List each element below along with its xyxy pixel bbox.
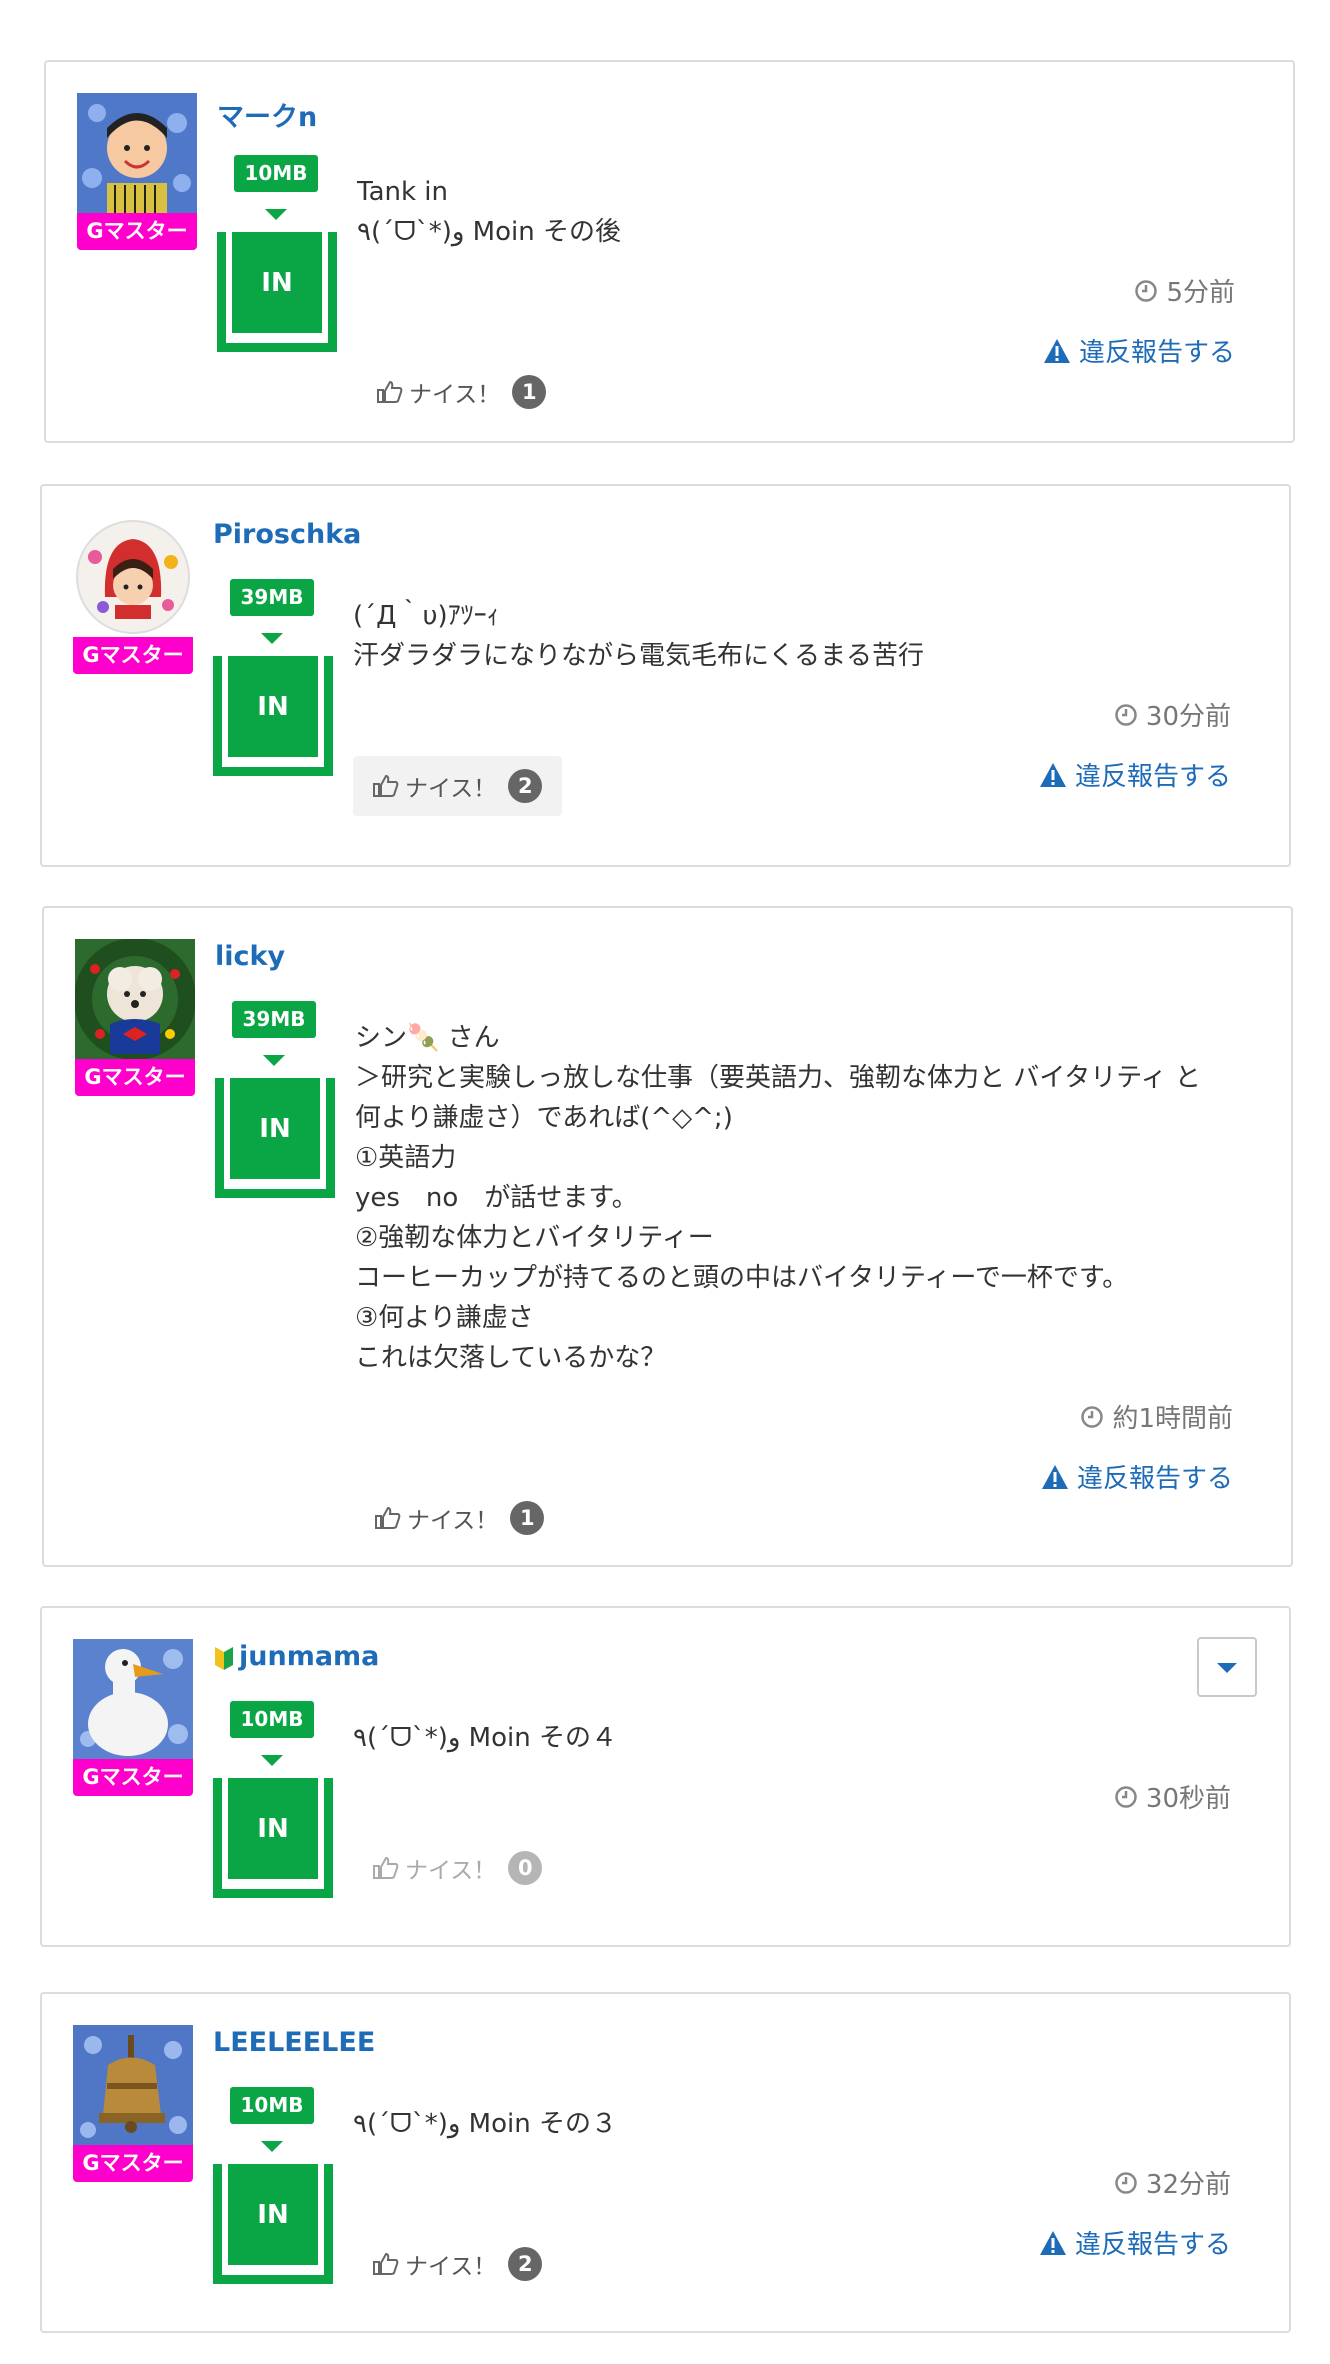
- thumbs-up-icon: [377, 380, 403, 403]
- caret-down-icon: [1217, 1663, 1237, 1673]
- thumbs-up-icon: [373, 774, 399, 797]
- report-label: 違反報告する: [1074, 762, 1231, 792]
- warning-icon: [1043, 338, 1070, 363]
- timestamp: 30秒前: [1114, 1778, 1231, 1815]
- nice-button[interactable]: ナイス！ 2: [353, 2234, 562, 2294]
- report-label: 違反報告する: [1074, 2230, 1231, 2260]
- nice-button[interactable]: ナイス！ 1: [357, 362, 566, 422]
- mb-badge: 39MB: [230, 579, 314, 616]
- in-label: IN: [228, 656, 318, 757]
- report-label: 違反報告する: [1076, 1464, 1233, 1494]
- username-link[interactable]: Piroschka: [213, 519, 361, 550]
- timestamp: 約1時間前: [1080, 1398, 1233, 1435]
- g-master-badge: Gマスター: [73, 1759, 193, 1796]
- timestamp: 5分前: [1134, 272, 1235, 309]
- nice-count: 2: [508, 769, 543, 803]
- post-card: Gマスター licky 39MB IN シン🍡 さん ＞研究と実験しっ放しな仕事…: [42, 906, 1293, 1567]
- avatar[interactable]: [77, 93, 197, 213]
- report-link[interactable]: 違反報告する: [1039, 756, 1231, 793]
- time-text: 約1時間前: [1112, 1404, 1233, 1434]
- clock-icon: [1115, 703, 1137, 726]
- g-master-badge: Gマスター: [75, 1059, 195, 1096]
- avatar[interactable]: [73, 517, 193, 637]
- timestamp: 30分前: [1114, 696, 1231, 733]
- warning-icon: [1039, 762, 1066, 787]
- thumbs-up-icon: [373, 1856, 399, 1879]
- username-text: junmama: [239, 1641, 380, 1672]
- clock-icon: [1081, 1405, 1104, 1428]
- g-master-badge: Gマスター: [77, 213, 197, 250]
- warning-icon: [1041, 1464, 1068, 1489]
- clock-icon: [1135, 279, 1158, 302]
- down-arrow-icon: [263, 1055, 285, 1066]
- nice-count: 2: [508, 2247, 543, 2281]
- report-link[interactable]: 違反報告する: [1043, 332, 1235, 369]
- post-card: Gマスター マークn 10MB IN Tank in ٩(´ᗜ`*)و Moin…: [44, 60, 1295, 443]
- in-tray-icon: IN: [213, 1778, 333, 1898]
- time-text: 30秒前: [1145, 1784, 1231, 1814]
- down-arrow-icon: [261, 1755, 283, 1766]
- in-label: IN: [228, 1778, 318, 1879]
- in-label: IN: [230, 1078, 320, 1179]
- post-body: ٩(´ᗜ`*)و Moin その４: [353, 1723, 617, 1753]
- nice-count: 1: [510, 1501, 545, 1535]
- username-link[interactable]: LEELEELEE: [213, 2027, 375, 2058]
- dropdown-button[interactable]: [1197, 1637, 1257, 1697]
- report-link[interactable]: 違反報告する: [1041, 1458, 1233, 1495]
- nice-button[interactable]: ナイス！ 0: [353, 1838, 562, 1898]
- report-link[interactable]: 違反報告する: [1039, 2224, 1231, 2261]
- post-body: (´Д｀υ)ｱﾂｰｨ 汗ダラダラになりながら電気毛布にくるまる苦行: [353, 601, 924, 671]
- nice-label: ナイス！: [405, 2254, 497, 2280]
- g-master-badge: Gマスター: [73, 2145, 193, 2182]
- nice-label: ナイス！: [405, 776, 497, 802]
- in-tray-icon: IN: [217, 232, 337, 352]
- in-tray-icon: IN: [215, 1078, 335, 1198]
- post-card: Gマスター Piroschka 39MB IN (´Д｀υ)ｱﾂｰｨ 汗ダラダラ…: [40, 484, 1291, 867]
- thumbs-up-icon: [373, 2252, 399, 2275]
- post-body: シン🍡 さん ＞研究と実験しっ放しな仕事（要英語力、強靭な体力と バイタリティ …: [355, 1023, 1201, 1373]
- post-body: Tank in ٩(´ᗜ`*)و Moin その後: [357, 177, 621, 247]
- g-master-badge: Gマスター: [73, 637, 193, 674]
- nice-count: 0: [508, 1851, 543, 1885]
- nice-count: 1: [512, 375, 547, 409]
- in-label: IN: [228, 2164, 318, 2265]
- down-arrow-icon: [261, 633, 283, 644]
- report-label: 違反報告する: [1078, 338, 1235, 368]
- username-link[interactable]: licky: [215, 941, 285, 972]
- avatar[interactable]: [73, 1639, 193, 1759]
- post-card: Gマスター LEELEELEE 10MB IN ٩(´ᗜ`*)و Moin その…: [40, 1992, 1291, 2333]
- down-arrow-icon: [261, 2141, 283, 2152]
- in-tray-icon: IN: [213, 2164, 333, 2284]
- mb-badge: 10MB: [230, 2087, 314, 2124]
- post-body: ٩(´ᗜ`*)و Moin その３: [353, 2109, 617, 2139]
- nice-button[interactable]: ナイス！ 2: [353, 756, 563, 816]
- nice-button[interactable]: ナイス！ 1: [355, 1488, 564, 1548]
- timestamp: 32分前: [1114, 2164, 1231, 2201]
- mb-badge: 10MB: [234, 155, 318, 192]
- nice-label: ナイス！: [409, 382, 501, 408]
- username-link[interactable]: junmama: [213, 1641, 379, 1672]
- mb-badge: 10MB: [230, 1701, 314, 1738]
- in-label: IN: [232, 232, 322, 333]
- post-card: Gマスター junmama 10MB IN ٩(´ᗜ`*)و Moin その４ …: [40, 1606, 1291, 1947]
- clock-icon: [1115, 1785, 1137, 1808]
- mb-badge: 39MB: [232, 1001, 316, 1038]
- nice-label: ナイス！: [407, 1508, 499, 1534]
- time-text: 5分前: [1166, 278, 1235, 308]
- beginner-mark-icon: [215, 1646, 233, 1670]
- in-tray-icon: IN: [213, 656, 333, 776]
- thumbs-up-icon: [375, 1506, 401, 1529]
- avatar[interactable]: [75, 939, 195, 1059]
- down-arrow-icon: [265, 209, 287, 220]
- nice-label: ナイス！: [405, 1858, 497, 1884]
- clock-icon: [1115, 2171, 1137, 2194]
- username-link[interactable]: マークn: [217, 95, 317, 134]
- time-text: 32分前: [1145, 2170, 1231, 2200]
- time-text: 30分前: [1145, 702, 1231, 732]
- avatar[interactable]: [73, 2025, 193, 2145]
- warning-icon: [1039, 2230, 1066, 2255]
